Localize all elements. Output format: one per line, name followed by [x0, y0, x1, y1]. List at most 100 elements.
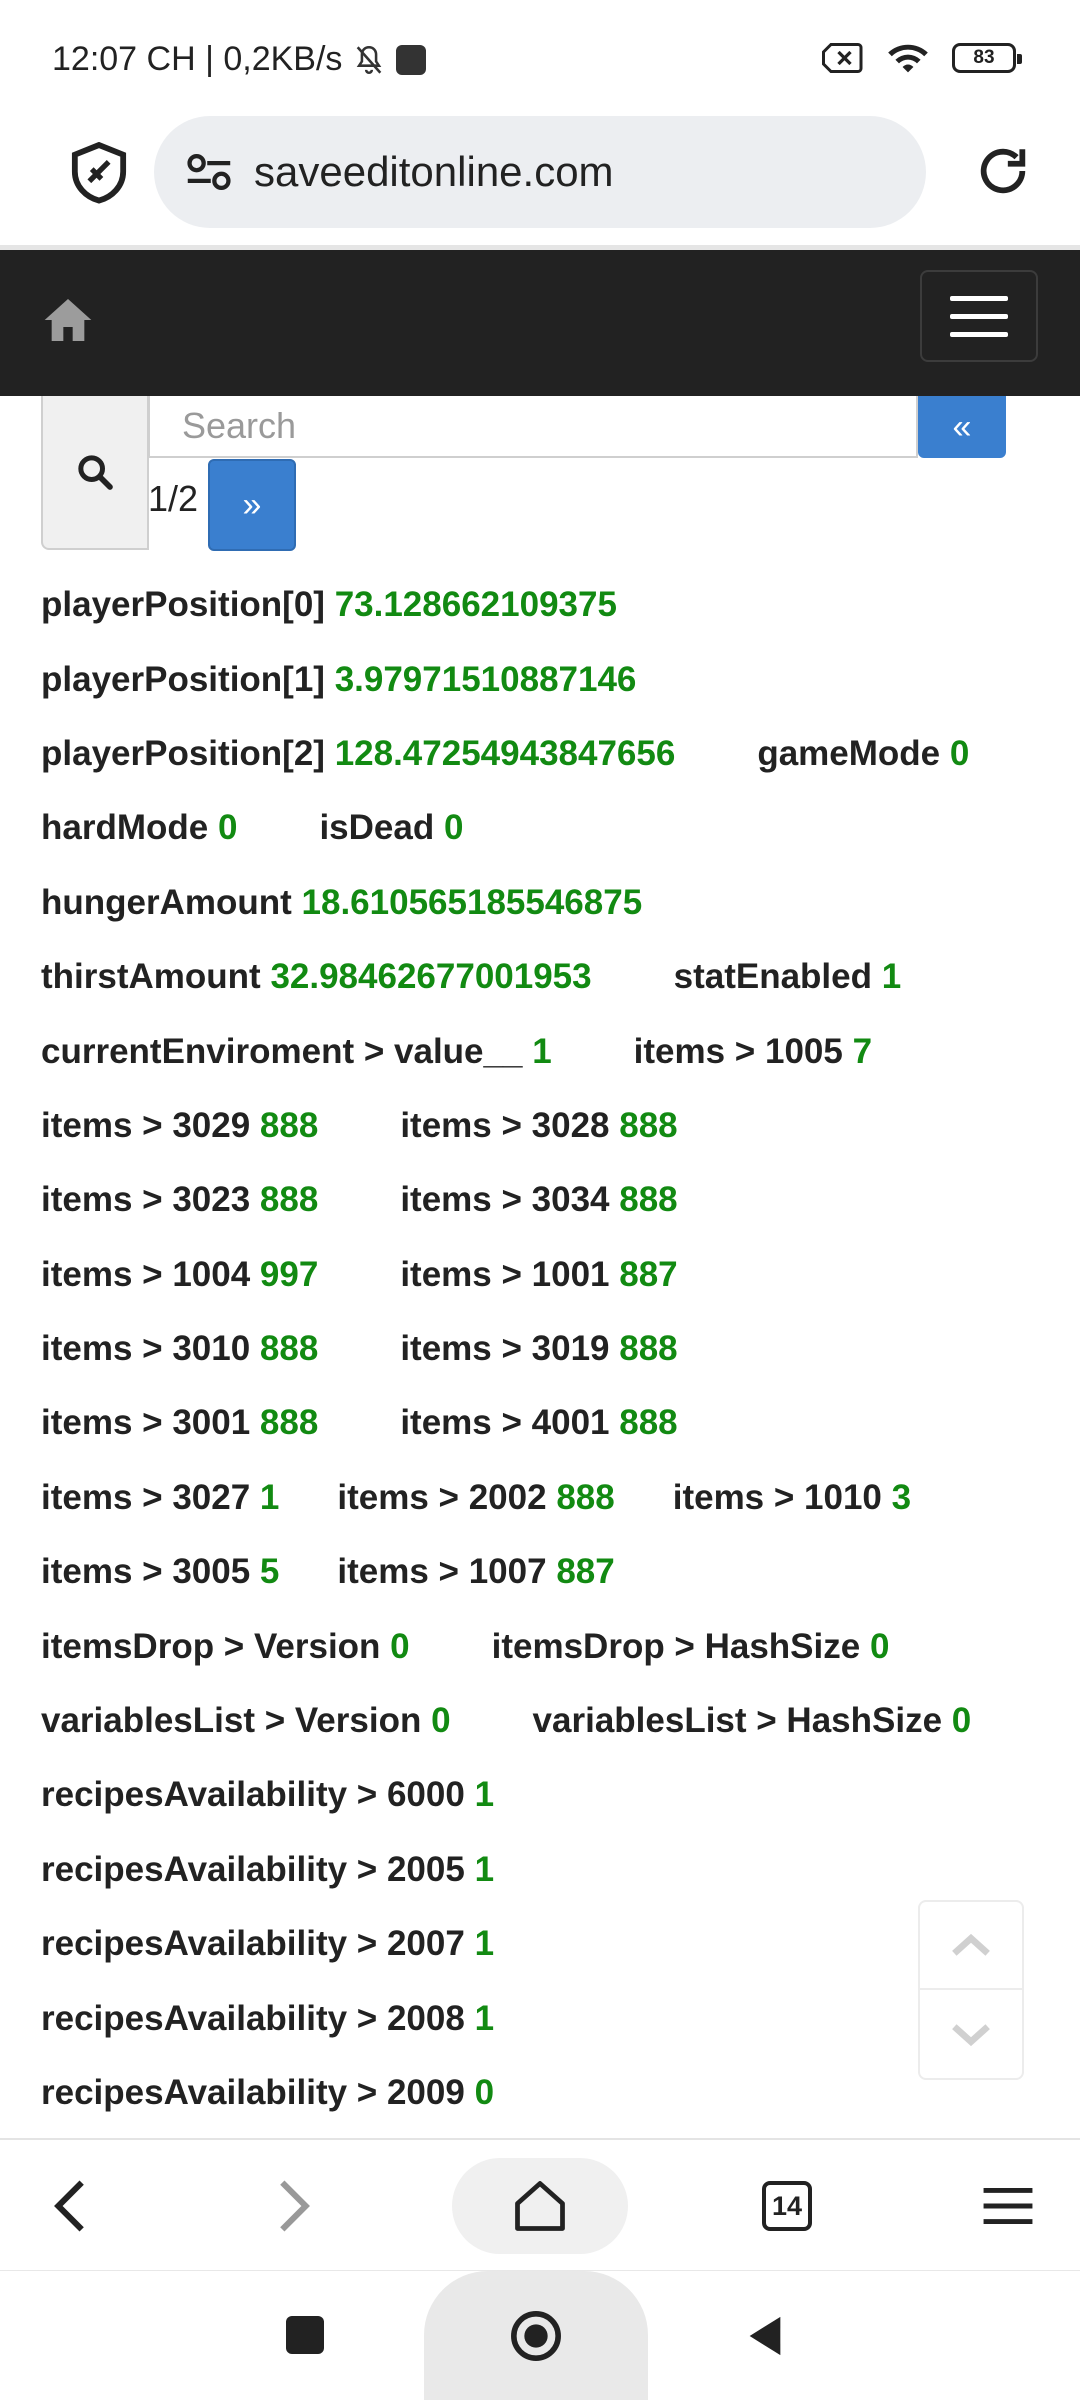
field-value[interactable]: 888	[260, 1329, 318, 1368]
field[interactable]: items > 3029 888	[41, 1106, 318, 1146]
field[interactable]: items > 2002 888	[337, 1478, 614, 1518]
field-value[interactable]: 32.98462677001953	[270, 957, 591, 996]
field[interactable]: gameMode 0	[757, 734, 969, 774]
field-value[interactable]: 0	[431, 1701, 450, 1740]
list-item: recipesAvailability > 6000 1	[41, 1758, 1051, 1832]
field[interactable]: playerPosition[1] 3.97971510887146	[41, 660, 636, 700]
status-left: 12:07 CH | 0,2KB/s	[52, 40, 427, 79]
field[interactable]: items > 1010 3	[673, 1478, 911, 1518]
field-value[interactable]: 888	[260, 1180, 318, 1219]
field-value[interactable]: 1	[260, 1478, 279, 1517]
field-value[interactable]: 0	[870, 1627, 889, 1666]
hamburger-menu-icon[interactable]	[920, 270, 1038, 362]
recents-button[interactable]	[280, 2310, 330, 2360]
browser-home-button[interactable]	[452, 2158, 628, 2254]
field-value[interactable]: 887	[556, 1552, 614, 1591]
field-value[interactable]: 888	[260, 1106, 318, 1145]
field[interactable]: items > 1004 997	[41, 1255, 318, 1295]
field-value[interactable]: 1	[532, 1032, 551, 1071]
scroll-up-button[interactable]	[920, 1902, 1022, 1990]
field[interactable]: recipesAvailability > 6000 1	[41, 1775, 494, 1815]
search-icon	[78, 455, 113, 490]
field[interactable]: items > 1005 7	[634, 1032, 872, 1072]
field[interactable]: items > 3034 888	[400, 1180, 677, 1220]
field-value[interactable]: 0	[475, 2073, 494, 2112]
home-icon[interactable]	[40, 292, 96, 348]
field[interactable]: items > 3028 888	[400, 1106, 677, 1146]
field-value[interactable]: 887	[619, 1255, 677, 1294]
field[interactable]: items > 3027 1	[41, 1478, 279, 1518]
back-button[interactable]	[30, 2158, 110, 2254]
field-value[interactable]: 3	[892, 1478, 911, 1517]
list-item: recipesAvailability > 2007 1	[41, 1907, 1051, 1981]
field[interactable]: hungerAmount 18.610565185546875	[41, 883, 642, 923]
list-item: itemsDrop > Version 0 itemsDrop > HashSi…	[41, 1609, 1051, 1683]
field-value[interactable]: 18.610565185546875	[302, 883, 643, 922]
field[interactable]: items > 3001 888	[41, 1403, 318, 1443]
field-value[interactable]: 1	[475, 1999, 494, 2038]
field-value[interactable]: 888	[619, 1403, 677, 1442]
field[interactable]: recipesAvailability > 2007 1	[41, 1924, 494, 1964]
field[interactable]: recipesAvailability > 2009 0	[41, 2073, 494, 2113]
field-value[interactable]: 888	[619, 1106, 677, 1145]
search-input[interactable]: Search	[148, 396, 918, 458]
field[interactable]: thirstAmount 32.98462677001953	[41, 957, 592, 997]
field-value[interactable]: 128.47254943847656	[335, 734, 676, 773]
field[interactable]: currentEnviroment > value__ 1	[41, 1032, 552, 1072]
field-value[interactable]: 888	[260, 1403, 318, 1442]
field-value[interactable]: 0	[950, 734, 969, 773]
field-value[interactable]: 888	[619, 1180, 677, 1219]
field-value[interactable]: 997	[260, 1255, 318, 1294]
field-value[interactable]: 888	[619, 1329, 677, 1368]
field-label: items > 2002	[337, 1477, 547, 1517]
field[interactable]: items > 3019 888	[400, 1329, 677, 1369]
field[interactable]: isDead 0	[319, 808, 463, 848]
field[interactable]: recipesAvailability > 2005 1	[41, 1850, 494, 1890]
scroll-down-button[interactable]	[920, 1991, 1022, 2079]
field-value[interactable]: 0	[218, 808, 237, 847]
field-value[interactable]: 0	[390, 1627, 409, 1666]
prev-page-button[interactable]: «	[918, 396, 1006, 458]
system-home-button[interactable]	[500, 2305, 572, 2367]
field[interactable]: items > 3005 5	[41, 1552, 279, 1592]
shield-icon[interactable]	[70, 142, 128, 206]
browser-menu-button[interactable]	[968, 2158, 1048, 2254]
list-item: items > 3029 888 items > 3028 888	[41, 1089, 1051, 1163]
field[interactable]: items > 1007 887	[337, 1552, 614, 1592]
field[interactable]: recipesAvailability > 2008 1	[41, 1999, 494, 2039]
address-field[interactable]: saveeditonline.com	[154, 116, 926, 228]
field-value[interactable]: 0	[952, 1701, 971, 1740]
field[interactable]: playerPosition[2] 128.47254943847656	[41, 734, 675, 774]
field-value[interactable]: 0	[444, 808, 463, 847]
chevron-up-icon	[952, 1933, 990, 1956]
field-value[interactable]: 7	[853, 1032, 872, 1071]
field-value[interactable]: 1	[475, 1924, 494, 1963]
field[interactable]: variablesList > HashSize 0	[533, 1701, 972, 1741]
field-value[interactable]: 1	[475, 1775, 494, 1814]
field-value[interactable]: 3.97971510887146	[335, 660, 637, 699]
forward-button[interactable]	[254, 2158, 334, 2254]
field[interactable]: items > 3023 888	[41, 1180, 318, 1220]
field-label: items > 1007	[337, 1552, 547, 1592]
field[interactable]: playerPosition[0] 73.128662109375	[41, 585, 617, 625]
field-value[interactable]: 888	[556, 1478, 614, 1517]
site-settings-icon[interactable]	[186, 152, 232, 192]
field[interactable]: statEnabled 1	[674, 957, 902, 997]
field[interactable]: itemsDrop > HashSize 0	[492, 1627, 890, 1667]
system-back-button[interactable]	[740, 2310, 790, 2362]
search-button[interactable]	[41, 396, 149, 550]
field[interactable]: hardMode 0	[41, 808, 237, 848]
field-value[interactable]: 1	[882, 957, 901, 996]
field-value[interactable]: 5	[260, 1552, 279, 1591]
field[interactable]: items > 1001 887	[400, 1255, 677, 1295]
field[interactable]: items > 3010 888	[41, 1329, 318, 1369]
field[interactable]: itemsDrop > Version 0	[41, 1627, 410, 1667]
field[interactable]: items > 4001 888	[400, 1403, 677, 1443]
tabs-button[interactable]: 14	[742, 2158, 832, 2254]
next-page-button[interactable]: »	[208, 459, 296, 551]
field-label: playerPosition[0]	[41, 585, 325, 625]
field-value[interactable]: 73.128662109375	[335, 585, 617, 624]
field-value[interactable]: 1	[475, 1850, 494, 1889]
field[interactable]: variablesList > Version 0	[41, 1701, 451, 1741]
reload-icon[interactable]	[974, 142, 1032, 200]
